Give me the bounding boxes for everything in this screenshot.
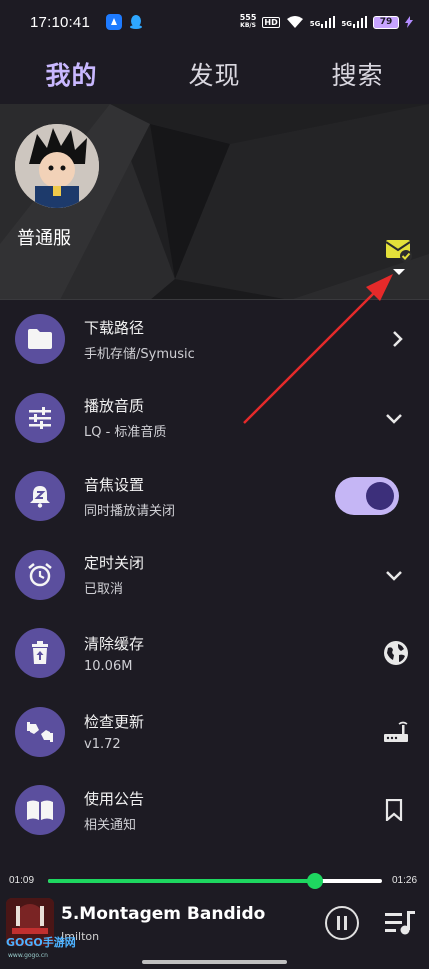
signal-1-icon — [321, 16, 336, 28]
app-notification-icon — [106, 14, 122, 30]
playlist-queue-icon[interactable] — [384, 910, 416, 940]
battery-indicator: 79 — [373, 15, 399, 29]
signal-1-group: 5G — [310, 16, 336, 28]
setting-title: 使用公告 — [84, 789, 145, 808]
setting-title: 清除缓存 — [84, 634, 145, 653]
setting-download-path[interactable]: 下载路径 手机存储/Symusic — [0, 300, 429, 379]
caret-down-icon[interactable] — [392, 261, 406, 280]
tab-search[interactable]: 搜索 — [286, 56, 429, 92]
progress-slider[interactable] — [48, 873, 382, 889]
avatar-image — [15, 124, 99, 208]
setting-subtitle: LQ - 标准音质 — [84, 425, 167, 441]
tab-discover[interactable]: 发现 — [143, 56, 286, 92]
song-title[interactable]: 5.Montagem Bandido — [61, 904, 265, 924]
toggle-knob — [366, 482, 394, 511]
setting-subtitle: v1.72 — [84, 737, 121, 753]
setting-clear-cache[interactable]: 清除缓存 10.06M — [0, 614, 429, 693]
speed-value: 555 — [239, 13, 257, 22]
audio-focus-toggle[interactable] — [335, 477, 399, 516]
setting-check-update[interactable]: 检查更新 v1.72 — [0, 693, 429, 772]
status-time: 17:10:41 — [30, 13, 90, 31]
setting-title: 下载路径 — [84, 318, 145, 337]
setting-playback-quality[interactable]: 播放音质 LQ - 标准音质 — [0, 379, 429, 458]
wifi-icon — [286, 16, 303, 28]
setting-title: 播放音质 — [84, 397, 145, 416]
network-type-1: 5G — [309, 20, 321, 28]
book-icon — [15, 785, 65, 836]
setting-announcement[interactable]: 使用公告 相关通知 — [0, 771, 429, 850]
status-right-group: 555 KB/S HD 5G 5G 79 — [240, 14, 413, 30]
setting-title: 定时关闭 — [84, 554, 145, 573]
setting-subtitle: 同时播放请关闭 — [84, 503, 176, 519]
signal-2-group: 5G — [341, 16, 367, 28]
router-icon[interactable] — [383, 721, 409, 743]
setting-title: 音焦设置 — [84, 475, 145, 494]
folder-icon — [15, 314, 65, 365]
elapsed-time: 01:09 — [9, 875, 35, 886]
alarm-icon — [15, 549, 65, 600]
home-indicator[interactable] — [142, 960, 287, 964]
chevron-right-icon[interactable] — [391, 330, 403, 348]
delete-icon — [15, 628, 65, 679]
status-bar: 17:10:41 555 KB/S HD 5G 5G 79 — [0, 0, 429, 44]
tab-mine[interactable]: 我的 — [0, 56, 143, 92]
username[interactable]: 普通服 — [17, 224, 71, 250]
setting-subtitle: 手机存储/Symusic — [84, 346, 195, 362]
setting-sleep-timer[interactable]: 定时关闭 已取消 — [0, 536, 429, 615]
network-type-2: 5G — [341, 20, 352, 28]
hd-badge: HD — [262, 16, 280, 28]
qq-notification-icon — [128, 14, 144, 30]
app-screen: 17:10:41 555 KB/S HD 5G 5G 79 我的 发现 搜索 普… — [0, 0, 429, 969]
watermark-logo: GOGO手游网 — [6, 936, 76, 949]
pause-button[interactable] — [325, 906, 359, 940]
setting-audio-focus[interactable]: 音焦设置 同时播放请关闭 — [0, 457, 429, 536]
progress-fill — [48, 879, 316, 883]
chevron-down-icon[interactable] — [385, 412, 403, 424]
network-speed: 555 KB/S — [240, 14, 257, 30]
total-time: 01:26 — [392, 875, 418, 886]
watermark-site: www.gogo.cn — [8, 952, 48, 959]
bookmark-icon[interactable] — [385, 799, 403, 822]
avatar[interactable] — [15, 124, 99, 208]
profile-header: 普通服 — [0, 104, 429, 300]
mini-player: 01:09 01:26 5.Montagem Bandido Jmilton G… — [0, 862, 429, 969]
setting-subtitle: 已取消 — [84, 582, 124, 598]
thumbs-icon — [15, 706, 65, 757]
pause-icon — [337, 916, 347, 930]
chevron-down-icon[interactable] — [385, 569, 403, 581]
equalizer-icon — [15, 392, 65, 443]
settings-list: 下载路径 手机存储/Symusic 播放音质 LQ - 标准音质 音焦设置 同时… — [0, 300, 429, 850]
bell-z-icon — [15, 471, 65, 522]
charging-icon — [405, 16, 413, 28]
setting-subtitle: 10.06M — [84, 658, 133, 674]
top-tabs: 我的 发现 搜索 — [0, 44, 429, 104]
progress-thumb[interactable] — [307, 873, 324, 889]
setting-subtitle: 相关通知 — [84, 817, 137, 833]
globe-icon[interactable] — [383, 640, 409, 666]
setting-title: 检查更新 — [84, 713, 145, 732]
speed-unit: KB/S — [240, 22, 256, 29]
signal-2-icon — [353, 16, 367, 28]
